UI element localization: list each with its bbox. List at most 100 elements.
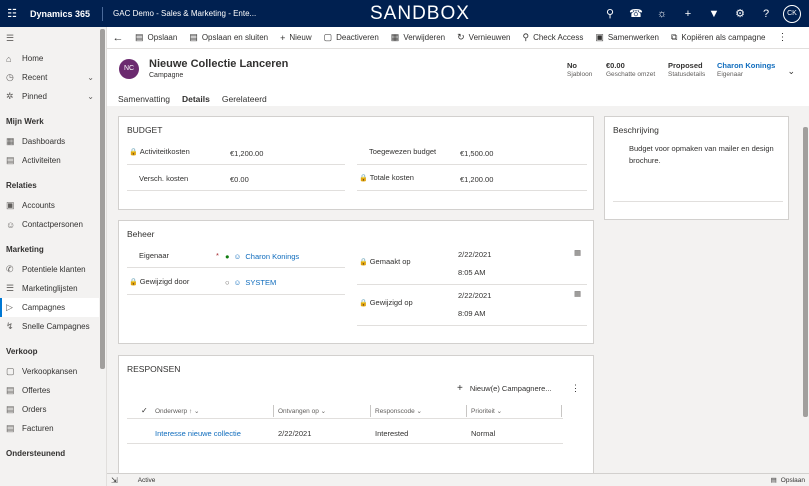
responses-section: RESPONSEN + Nieuw(e) Campagnere... ⋮ ✓ O…: [118, 355, 594, 473]
lightbulb-icon[interactable]: ☼: [649, 8, 675, 20]
home-icon: ⌂: [6, 53, 12, 64]
more-commands-icon[interactable]: ⋮: [771, 32, 793, 43]
owner-lookup[interactable]: ● ☺ Charon Konings: [225, 252, 299, 261]
expand-icon[interactable]: ⇲: [111, 476, 118, 485]
sidebar-item-label: Snelle Campagnes: [22, 322, 90, 331]
filter-icon[interactable]: ▼: [701, 8, 727, 20]
record-status: Active: [137, 476, 156, 484]
lock-icon: 🔒: [129, 279, 138, 286]
status-save-button[interactable]: ▤ Opslaan: [771, 476, 805, 485]
activities-icon: ▤: [6, 155, 15, 165]
column-separator[interactable]: [561, 405, 562, 417]
misc-costs-input[interactable]: €0.00: [230, 175, 249, 184]
phone-icon: ✆: [6, 264, 14, 274]
deactivate-button[interactable]: ▢ Deactiveren: [318, 32, 385, 43]
field-label-text: Gewijzigd door: [139, 277, 190, 286]
column-label: Ontvangen op: [278, 408, 319, 415]
user-avatar[interactable]: CK: [783, 4, 801, 23]
field-label-text: Totale kosten: [369, 173, 414, 182]
new-button[interactable]: + Nieuw: [274, 33, 318, 43]
column-separator[interactable]: [466, 405, 467, 417]
column-onderwerp[interactable]: Onderwerp ↑ ⌄: [155, 407, 199, 415]
search-icon[interactable]: ⚲: [597, 7, 623, 20]
more-options-icon[interactable]: ⋮: [571, 383, 580, 394]
app-name[interactable]: Dynamics 365: [24, 6, 104, 21]
sidebar-item-campagnes[interactable]: ▷ Campagnes: [0, 298, 106, 317]
chevron-down-icon[interactable]: ⌄: [87, 73, 94, 82]
field-label: Versch. kosten: [139, 174, 189, 183]
created-date: 2/22/2021: [458, 250, 492, 259]
sidebar-scrollbar[interactable]: [99, 27, 106, 486]
column-separator[interactable]: [370, 405, 371, 417]
sidebar-item-verkoopkansen[interactable]: ▢ Verkoopkansen: [0, 362, 106, 381]
back-arrow-icon[interactable]: ←: [107, 32, 129, 44]
column-prioriteit[interactable]: Prioriteit ⌄: [471, 407, 502, 415]
sidebar-group-title: Verkoop: [6, 347, 38, 356]
person-icon: ☺: [6, 219, 16, 230]
sidebar-group-title: Ondersteunend: [6, 449, 66, 458]
chevron-down-icon[interactable]: ⌄: [787, 66, 795, 77]
hamburger-menu[interactable]: ☰: [0, 27, 106, 49]
sidebar-item-potentiele-klanten[interactable]: ✆ Potentiele klanten: [0, 260, 106, 279]
new-response-button[interactable]: + Nieuw(e) Campagnere...: [457, 383, 552, 394]
modified-by-link[interactable]: SYSTEM: [245, 278, 276, 287]
divider: [357, 325, 587, 326]
copy-campaign-button[interactable]: ⧉ Kopiëren als campagne: [665, 32, 772, 43]
collaborate-button[interactable]: ▣ Samenwerken: [589, 32, 665, 43]
command-label: Vernieuwen: [468, 33, 511, 42]
sidebar-item-offertes[interactable]: ▤ Offertes: [0, 381, 106, 400]
sidebar-item-orders[interactable]: ▤ Orders: [0, 400, 106, 419]
area-name[interactable]: GAC Demo - Sales & Marketing - Ente...: [103, 9, 256, 18]
task-icon[interactable]: ☎: [623, 7, 649, 20]
column-responscode[interactable]: Responscode ⌄: [375, 407, 422, 415]
divider: [357, 190, 587, 191]
waffle-icon[interactable]: ☷: [0, 7, 24, 20]
calendar-icon[interactable]: ▦: [574, 248, 581, 257]
sidebar-item-contactpersonen[interactable]: ☺ Contactpersonen: [0, 215, 106, 234]
sidebar-item-label: Pinned: [22, 92, 47, 101]
modified-by-lookup[interactable]: ○ ☺ SYSTEM: [225, 278, 276, 287]
sidebar-item-marketinglijsten[interactable]: ☰ Marketinglijsten: [0, 279, 106, 298]
check-access-button[interactable]: ⚲ Check Access: [516, 32, 589, 43]
sidebar-item-label: Orders: [22, 405, 47, 414]
calendar-icon[interactable]: ▦: [574, 289, 581, 298]
column-separator[interactable]: [273, 405, 274, 417]
sidebar-item-dashboards[interactable]: ▦ Dashboards: [0, 132, 106, 151]
divider: [127, 267, 345, 268]
delete-button[interactable]: ▦ Verwijderen: [385, 32, 451, 43]
allocated-budget-input[interactable]: €1,500.00: [460, 149, 493, 158]
header-field-owner[interactable]: Charon Konings Eigenaar: [717, 61, 775, 78]
sidebar-item-snelle-campagnes[interactable]: ↯ Snelle Campagnes: [0, 317, 106, 336]
column-ontvangen-op[interactable]: Ontvangen op ⌄: [278, 407, 326, 415]
sidebar: ☰ ⌂ Home ◷ Recent ⌄ ✲ Pinned ⌄ Mijn Werk ▦ Das…: [0, 27, 107, 486]
sidebar-item-activiteiten[interactable]: ▤ Activiteiten: [0, 151, 106, 170]
table-row[interactable]: Interesse nieuwe collectie 2/22/2021 Int…: [127, 422, 563, 444]
sidebar-item-facturen[interactable]: ▤ Facturen: [0, 419, 106, 438]
help-icon[interactable]: ?: [753, 8, 779, 20]
budget-section: BUDGET 🔒 Activiteitkosten €1,200.00 Versc…: [118, 116, 594, 210]
hamburger-icon[interactable]: ☰: [6, 33, 22, 44]
select-all-checkbox[interactable]: ✓: [141, 406, 148, 415]
save-button[interactable]: ▤ Opslaan: [129, 32, 183, 43]
sidebar-item-recent[interactable]: ◷ Recent ⌄: [0, 68, 106, 87]
plus-icon[interactable]: +: [675, 8, 701, 20]
header-field-value[interactable]: Charon Konings: [717, 61, 775, 70]
command-label: Samenwerken: [607, 33, 659, 42]
sidebar-item-accounts[interactable]: ▣ Accounts: [0, 196, 106, 215]
description-textarea[interactable]: Budget voor opmaken van mailer en design…: [629, 143, 784, 167]
sidebar-item-pinned[interactable]: ✲ Pinned ⌄: [0, 87, 106, 106]
divider: [357, 164, 587, 165]
gear-icon[interactable]: ⚙: [727, 7, 753, 20]
chevron-down-icon[interactable]: ⌄: [87, 92, 94, 101]
sidebar-item-home[interactable]: ⌂ Home: [0, 49, 106, 68]
refresh-button[interactable]: ↻ Vernieuwen: [451, 32, 516, 43]
sidebar-group-title: Marketing: [6, 245, 44, 254]
content-scrollbar[interactable]: [801, 106, 809, 473]
refresh-icon: ↻: [457, 32, 465, 42]
save-and-close-button[interactable]: ▤ Opslaan en sluiten: [183, 32, 274, 43]
record-title: Nieuwe Collectie Lanceren: [149, 58, 289, 70]
megaphone-icon: ▷: [6, 302, 13, 312]
owner-link[interactable]: Charon Konings: [245, 252, 299, 261]
row-subject-link[interactable]: Interesse nieuwe collectie: [155, 429, 241, 438]
row-received: 2/22/2021: [278, 429, 312, 438]
